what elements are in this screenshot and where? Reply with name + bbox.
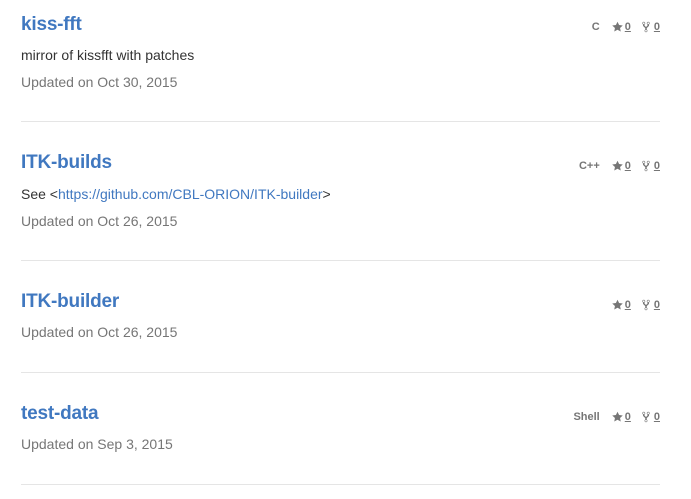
fork-count: 0	[653, 299, 660, 311]
repo-name-link[interactable]: kiss-fft	[21, 14, 82, 36]
repo-updated: Updated on Oct 30, 2015	[21, 74, 178, 90]
fork-icon	[641, 21, 652, 33]
repo-updated: Updated on Oct 26, 2015	[21, 213, 178, 229]
star-count: 0	[624, 299, 631, 311]
stargazers-link[interactable]: 0	[612, 160, 631, 172]
forks-link[interactable]: 0	[641, 21, 660, 33]
repo-language: C	[591, 21, 600, 33]
fork-count: 0	[653, 21, 660, 33]
star-count: 0	[624, 411, 631, 423]
repo-name-link[interactable]: ITK-builder	[21, 291, 119, 313]
fork-count: 0	[653, 411, 660, 423]
fork-icon	[641, 411, 652, 423]
forks-link[interactable]: 0	[641, 160, 660, 172]
repo-stats: 0 0	[612, 299, 660, 311]
star-count: 0	[624, 21, 631, 33]
forks-link[interactable]: 0	[641, 411, 660, 423]
repo-item: ITK-builds C++ 0 0 See <https://github.c…	[21, 122, 660, 261]
description-suffix: >	[322, 186, 331, 202]
repo-item: kiss-fft C 0 0 mirror of kissfft with pa…	[21, 0, 660, 122]
stargazers-link[interactable]: 0	[612, 299, 631, 311]
stargazers-link[interactable]: 0	[612, 21, 631, 33]
repo-stats: C 0 0	[592, 21, 660, 33]
repo-stats: Shell 0 0	[573, 411, 660, 423]
repo-list: kiss-fft C 0 0 mirror of kissfft with pa…	[21, 0, 660, 485]
description-link[interactable]: https://github.com/CBL-ORION/ITK-builder	[58, 186, 323, 202]
fork-icon	[641, 160, 652, 172]
stargazers-link[interactable]: 0	[612, 411, 631, 423]
repo-description: See <https://github.com/CBL-ORION/ITK-bu…	[21, 186, 331, 202]
fork-icon	[641, 299, 652, 311]
repo-language: C++	[578, 160, 600, 172]
fork-count: 0	[653, 160, 660, 172]
repo-item: ITK-builder 0 0 Updated on Oct 26, 2015	[21, 261, 660, 373]
repo-name-link[interactable]: test-data	[21, 403, 99, 425]
repo-name-link[interactable]: ITK-builds	[21, 152, 112, 174]
star-icon	[612, 21, 623, 33]
forks-link[interactable]: 0	[641, 299, 660, 311]
repo-updated: Updated on Oct 26, 2015	[21, 324, 178, 340]
repo-item: test-data Shell 0 0 Updated on Sep 3, 20…	[21, 373, 660, 485]
star-icon	[612, 160, 623, 172]
repo-updated: Updated on Sep 3, 2015	[21, 436, 173, 452]
description-prefix: See <	[21, 186, 58, 202]
star-count: 0	[624, 160, 631, 172]
star-icon	[612, 299, 623, 311]
repo-description: mirror of kissfft with patches	[21, 47, 195, 63]
repo-language: Shell	[573, 411, 600, 423]
star-icon	[612, 411, 623, 423]
repo-stats: C++ 0 0	[579, 160, 660, 172]
